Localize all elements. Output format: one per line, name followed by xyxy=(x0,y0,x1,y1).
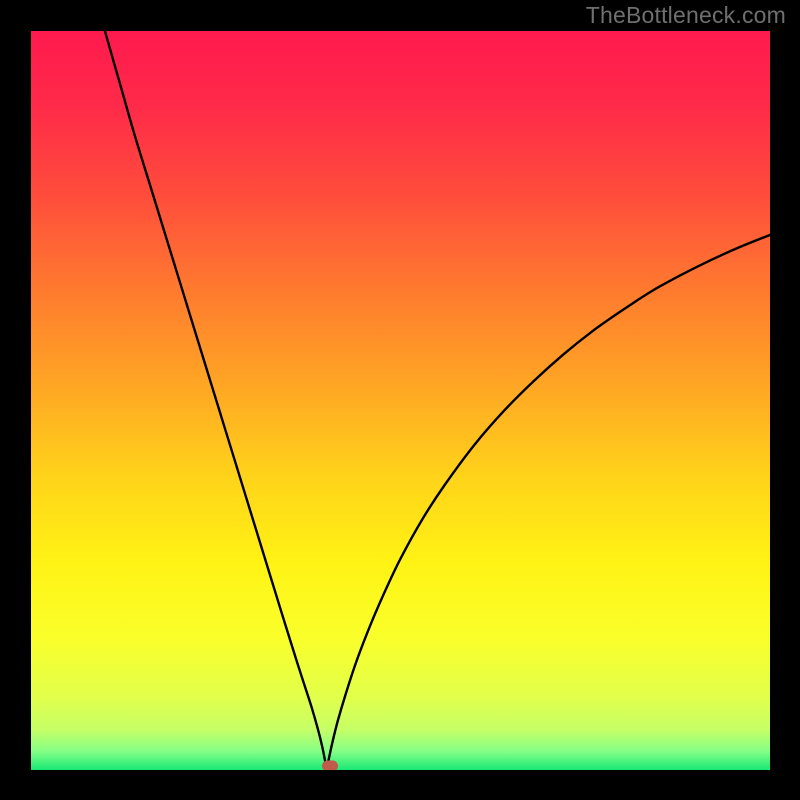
plot-svg xyxy=(31,31,770,770)
plot-area xyxy=(31,31,770,770)
watermark-text: TheBottleneck.com xyxy=(586,2,786,29)
current-config-marker xyxy=(322,761,338,770)
gradient-background xyxy=(31,31,770,770)
chart-container: TheBottleneck.com xyxy=(0,0,800,800)
